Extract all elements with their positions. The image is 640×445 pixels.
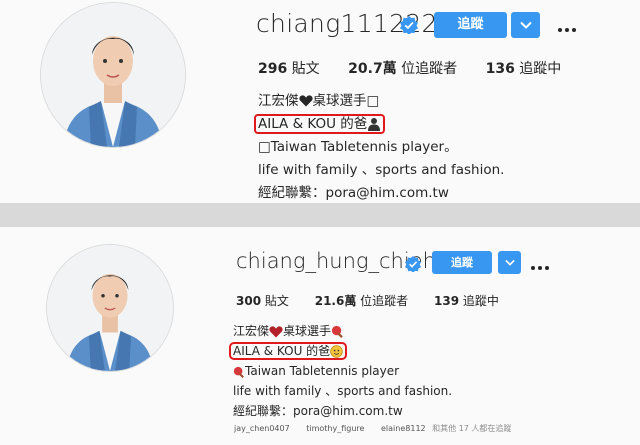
heart-icon — [298, 95, 313, 107]
bio-line-4: life with family 、sports and fashion. — [258, 162, 505, 178]
follow-button[interactable]: 追蹤 — [434, 12, 507, 38]
chevron-down-icon — [519, 21, 532, 29]
bio-line-4: life with family 、sports and fashion. — [233, 384, 453, 398]
profile-bio: 江宏傑 桌球選手 AILA & KOU 的爸 Taiwan Tabletennis… — [229, 321, 453, 421]
following-count[interactable]: 139 追蹤中 — [434, 294, 499, 308]
follower-link[interactable]: jay_chen0407 — [234, 424, 290, 433]
posts-count[interactable]: 300 貼文 — [236, 294, 289, 308]
bio-line-1: 江宏傑 桌球選手□ — [258, 93, 380, 109]
ping-pong-paddle-icon — [331, 325, 343, 338]
profile-avatar[interactable] — [40, 2, 186, 148]
chevron-down-icon — [504, 259, 515, 266]
heart-icon — [269, 325, 283, 337]
posts-count[interactable]: 296 貼文 — [258, 61, 320, 77]
followers-count[interactable]: 21.6萬 位追蹤者 — [315, 294, 408, 308]
followers-count[interactable]: 20.7萬 位追蹤者 — [348, 61, 457, 77]
more-options-icon[interactable] — [531, 255, 552, 274]
suggestions-dropdown-button[interactable] — [498, 251, 521, 274]
bio-line-3: Taiwan Tabletennis player — [233, 361, 452, 381]
follower-link[interactable]: timothy_figure — [306, 424, 364, 433]
verified-badge-icon — [400, 16, 418, 34]
face-emoji-icon — [330, 345, 343, 358]
following-count[interactable]: 136 追蹤中 — [486, 61, 562, 77]
followed-by-row: jay_chen0407 timothy_figure elaine8112 和… — [234, 423, 525, 434]
profile-stats: 300 貼文 21.6萬 位追蹤者 139 追蹤中 — [236, 292, 521, 309]
follow-button[interactable]: 追蹤 — [432, 251, 492, 274]
ping-pong-paddle-icon — [233, 366, 244, 378]
bio-line-3: □Taiwan Tabletennis player。 — [258, 139, 458, 155]
bio-line-2: AILA & KOU 的爸 — [254, 113, 504, 136]
profile-avatar[interactable] — [46, 244, 174, 372]
followed-by-suffix: 和其他 17 人都在追蹤 — [432, 424, 512, 433]
profile-header-new: chiang_hung_chieh 追蹤 300 貼文 21.6萬 位追蹤者 1… — [0, 227, 640, 445]
profile-header-old: chiang111222 追蹤 296 貼文 20.7萬 位追蹤者 136 追蹤… — [0, 0, 640, 203]
profile-stats: 296 貼文 20.7萬 位追蹤者 136 追蹤中 — [258, 58, 585, 78]
more-options-icon[interactable] — [558, 17, 579, 36]
profile-bio: 江宏傑 桌球選手□ AILA & KOU 的爸 □Taiwan Tabletenn… — [254, 90, 505, 205]
suggestions-dropdown-button[interactable] — [511, 12, 540, 38]
bio-highlight-box: AILA & KOU 的爸 — [229, 342, 348, 360]
bio-highlight-box: AILA & KOU 的爸 — [254, 114, 386, 134]
bio-line-1: 江宏傑 桌球選手 — [233, 321, 452, 341]
follower-link[interactable]: elaine8112 — [381, 424, 426, 433]
bio-line-2: AILA & KOU 的爸 — [229, 341, 452, 361]
bio-line-5: 經紀聯繫：pora@him.com.tw — [258, 185, 449, 201]
bio-line-5: 經紀聯繫：pora@him.com.tw — [233, 404, 403, 418]
avatar-photo — [41, 3, 185, 147]
avatar-photo — [47, 245, 173, 371]
person-icon — [368, 118, 381, 131]
verified-badge-icon — [405, 256, 421, 272]
